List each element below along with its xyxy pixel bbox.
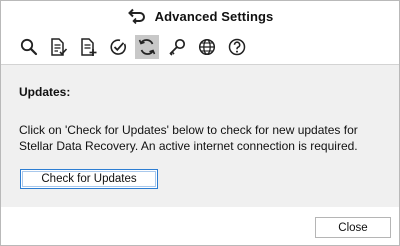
check-circle-icon — [110, 39, 126, 55]
search-tool-button[interactable] — [17, 35, 41, 59]
advanced-settings-window: Advanced Settings Updates: Click on 'Che… — [0, 0, 400, 246]
file-list-tool-button[interactable] — [46, 35, 70, 59]
globe-icon — [198, 38, 216, 56]
help-icon — [228, 38, 246, 56]
title-bar: Advanced Settings — [1, 1, 399, 32]
dialog-footer: Close — [1, 207, 399, 245]
verify-tool-button[interactable] — [106, 35, 130, 59]
file-add-tool-button[interactable] — [76, 35, 100, 59]
title-group: Advanced Settings — [1, 8, 399, 24]
key-tool-button[interactable] — [165, 35, 189, 59]
settings-toolbar — [1, 32, 399, 65]
key-icon — [169, 38, 186, 56]
updates-panel: Updates: Click on 'Check for Updates' be… — [1, 65, 399, 207]
language-tool-button[interactable] — [195, 35, 219, 59]
search-icon — [20, 38, 38, 56]
check-for-updates-button[interactable]: Check for Updates — [20, 169, 158, 189]
update-icon — [138, 39, 156, 55]
section-title: Updates: — [19, 85, 71, 99]
back-arrow-icon[interactable] — [127, 8, 147, 24]
updates-description: Click on 'Check for Updates' below to ch… — [19, 123, 358, 153]
window-title: Advanced Settings — [154, 8, 274, 24]
update-tool-button[interactable] — [135, 35, 159, 59]
close-button[interactable]: Close — [315, 217, 391, 238]
file-add-icon — [81, 38, 97, 56]
help-tool-button[interactable] — [225, 35, 249, 59]
file-list-icon — [51, 38, 68, 56]
